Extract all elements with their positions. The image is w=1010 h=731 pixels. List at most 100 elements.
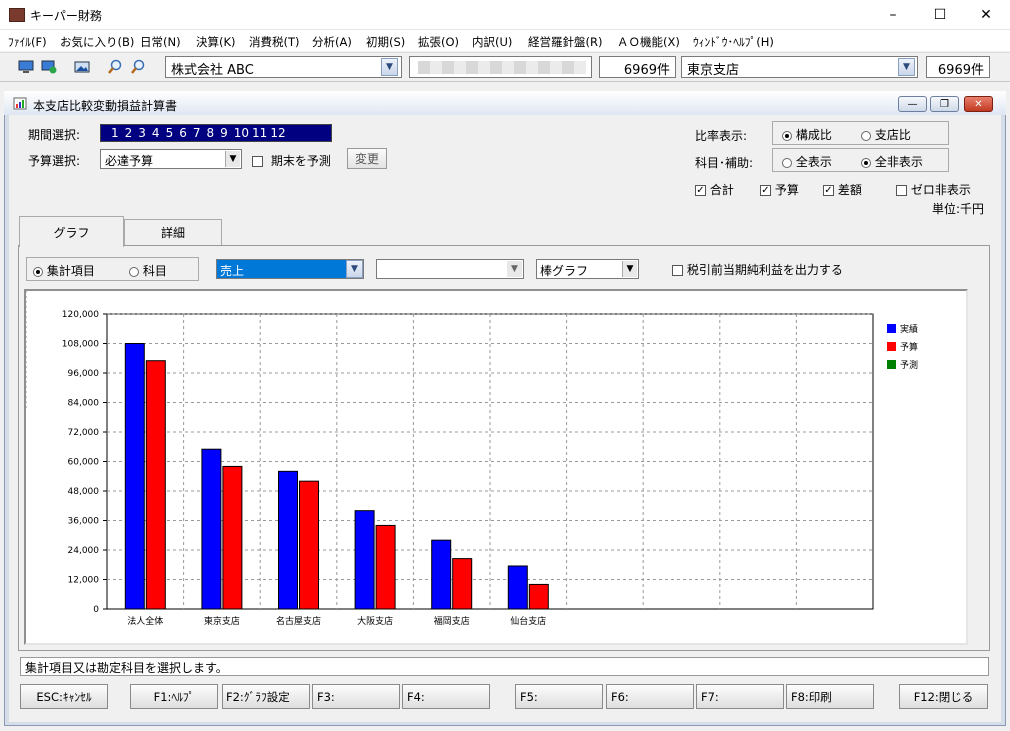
- menu-extend[interactable]: 拡張(O): [418, 34, 459, 50]
- inner-minimize-button[interactable]: —: [898, 96, 927, 112]
- ratio-branch-radio[interactable]: 支店比: [861, 126, 911, 143]
- budget-select[interactable]: 必達予算: [100, 149, 242, 169]
- account-hide-all-radio[interactable]: 全非表示: [861, 153, 923, 170]
- budget-checkbox[interactable]: ✓ 予算: [760, 181, 799, 198]
- close-button[interactable]: ✕: [963, 0, 1009, 30]
- mode-item-radio[interactable]: 集計項目: [33, 262, 95, 279]
- inner-restore-button[interactable]: ❐: [930, 96, 959, 112]
- menu-settlement[interactable]: 決算(K): [196, 34, 236, 50]
- bar: [375, 524, 396, 610]
- legend-swatch: [887, 342, 896, 351]
- hide-zero-checkbox[interactable]: ゼロ非表示: [896, 181, 971, 198]
- maximize-button[interactable]: ☐: [917, 0, 963, 30]
- budget-dropdown-icon[interactable]: ▼: [225, 151, 240, 167]
- item-dropdown-icon[interactable]: ▼: [346, 260, 363, 278]
- month-11[interactable]: 11: [252, 126, 267, 140]
- radio-off-icon: [782, 157, 792, 168]
- menu-daily[interactable]: 日常(N): [140, 34, 181, 50]
- esc-cancel-button[interactable]: ESC:ｷｬﾝｾﾙ: [20, 684, 108, 709]
- month-8[interactable]: 8: [206, 126, 214, 140]
- item-select[interactable]: 売上: [216, 259, 364, 279]
- y-tick-label: 0: [93, 605, 99, 615]
- company-name: 株式会社 ABC: [171, 63, 254, 78]
- x-tick-label: 大阪支店: [357, 615, 393, 627]
- chart-area: 0 12,000 24,000 36,000 48,000 60,000 72,000 84,…: [24, 289, 968, 645]
- zoom-out-icon[interactable]: [128, 57, 148, 77]
- month-3[interactable]: 3: [138, 126, 146, 140]
- f1-help-button[interactable]: F1:ﾍﾙﾌﾟ: [130, 684, 218, 709]
- company-dropdown-icon[interactable]: ▼: [381, 58, 398, 76]
- bar: [528, 583, 549, 610]
- difference-checkbox[interactable]: ✓ 差額: [823, 181, 862, 198]
- y-tick-label: 108,000: [62, 340, 99, 350]
- refresh-monitor-icon[interactable]: [39, 57, 59, 77]
- check-icon-empty: [896, 185, 907, 196]
- forecast-checkbox[interactable]: 期末を予測: [252, 152, 331, 169]
- pretax-checkbox[interactable]: 税引前当期純利益を出力する: [672, 261, 843, 278]
- minimize-button[interactable]: –: [870, 0, 916, 30]
- month-12[interactable]: 12: [270, 126, 285, 140]
- menu-window-help[interactable]: ｳｨﾝﾄﾞｳ･ﾍﾙﾌﾟ(H): [693, 34, 774, 50]
- bar: [299, 480, 319, 610]
- menu-analysis[interactable]: 分析(A): [312, 34, 352, 50]
- branch-select[interactable]: 東京支店: [681, 56, 918, 78]
- ratio-composition-radio[interactable]: 構成比: [782, 126, 832, 143]
- menu-compass[interactable]: 経営羅針盤(R): [528, 34, 602, 50]
- budget-value: 必達予算: [105, 154, 154, 168]
- f6-button[interactable]: F6:: [606, 684, 694, 709]
- f2-graph-settings-button[interactable]: F2:ｸﾞﾗﾌ設定: [222, 684, 310, 709]
- ratio-branch-label: 支店比: [874, 128, 911, 142]
- y-tick-label: 48,000: [68, 487, 100, 497]
- second-select[interactable]: [376, 259, 524, 279]
- month-2[interactable]: 2: [125, 126, 133, 140]
- change-button[interactable]: 変更: [347, 148, 387, 169]
- total-checkbox[interactable]: ✓ 合計: [695, 181, 734, 198]
- graph-type-dropdown-icon[interactable]: ▼: [622, 261, 637, 277]
- f5-button[interactable]: F5:: [515, 684, 603, 709]
- month-7[interactable]: 7: [193, 126, 201, 140]
- month-10[interactable]: 10: [234, 126, 249, 140]
- menu-tax[interactable]: 消費税(T): [249, 34, 300, 50]
- f8-print-button[interactable]: F8:印刷: [786, 684, 874, 709]
- account-label: 科目･補助:: [695, 156, 754, 170]
- y-tick-label: 36,000: [68, 517, 100, 527]
- company-select[interactable]: 株式会社 ABC: [165, 56, 402, 78]
- title-bar: [0, 0, 1010, 30]
- f7-button[interactable]: F7:: [696, 684, 784, 709]
- menu-file[interactable]: ﾌｧｲﾙ(F): [8, 34, 47, 50]
- tab-graph[interactable]: グラフ: [19, 216, 124, 247]
- month-1[interactable]: 1: [111, 126, 119, 140]
- second-dropdown-icon[interactable]: ▼: [507, 261, 522, 277]
- account-show-all-radio[interactable]: 全表示: [782, 153, 832, 170]
- picture-icon[interactable]: [72, 57, 92, 77]
- x-tick-label: 福岡支店: [434, 615, 470, 627]
- zoom-in-icon[interactable]: [105, 57, 125, 77]
- budget-label: 予算選択:: [28, 154, 81, 168]
- branch-dropdown-icon[interactable]: ▼: [898, 58, 915, 76]
- monitor-icon[interactable]: [16, 57, 36, 77]
- f3-button[interactable]: F3:: [312, 684, 400, 709]
- y-tick-label: 60,000: [68, 458, 100, 468]
- report-icon: [12, 96, 28, 111]
- menu-breakdown[interactable]: 内訳(U): [472, 34, 512, 50]
- y-tick-label: 12,000: [68, 576, 100, 586]
- account-show-all-label: 全表示: [795, 155, 832, 169]
- ratio-composition-label: 構成比: [795, 128, 832, 142]
- tab-detail[interactable]: 詳細: [124, 219, 222, 245]
- f4-button[interactable]: F4:: [402, 684, 490, 709]
- inner-window-title: 本支店比較変動損益計算書: [33, 99, 178, 113]
- month-9[interactable]: 9: [220, 126, 228, 140]
- month-6[interactable]: 6: [179, 126, 187, 140]
- menu-ao[interactable]: ＡＯ機能(X): [617, 34, 680, 50]
- y-tick-label: 96,000: [68, 369, 100, 379]
- f12-close-button[interactable]: F12:閉じる: [899, 684, 988, 709]
- month-5[interactable]: 5: [166, 126, 174, 140]
- period-selector[interactable]: 1 2 3 4 5 6 7 8 9 10 11 12: [100, 124, 332, 142]
- legend-label: 予測: [900, 359, 918, 371]
- mode-item-label: 集計項目: [46, 264, 95, 278]
- menu-favorites[interactable]: お気に入り(B): [60, 34, 134, 50]
- mode-account-radio[interactable]: 科目: [129, 262, 167, 279]
- inner-close-button[interactable]: ✕: [964, 96, 993, 112]
- month-4[interactable]: 4: [152, 126, 160, 140]
- menu-initial[interactable]: 初期(S): [366, 34, 405, 50]
